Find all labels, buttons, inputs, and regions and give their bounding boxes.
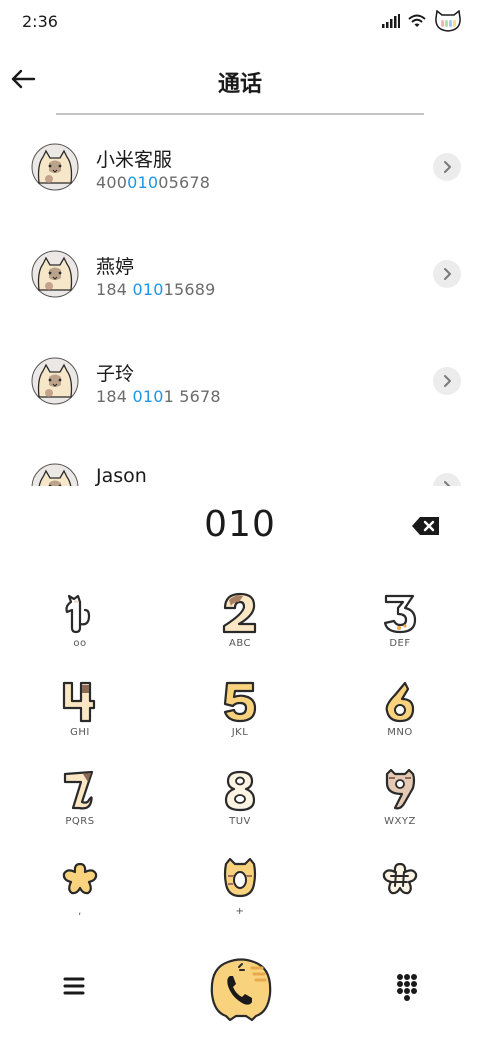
status-icons <box>382 10 462 32</box>
key-8-sub: TUV <box>229 816 251 827</box>
key-6[interactable]: MNO <box>340 669 460 753</box>
header-divider <box>56 113 424 115</box>
key-hash[interactable] <box>340 848 460 932</box>
key-1[interactable]: oo <box>20 580 140 664</box>
contact-detail-button[interactable] <box>433 367 461 395</box>
chevron-right-icon <box>444 375 451 387</box>
cat-battery-icon <box>435 10 461 32</box>
cat-digit-7-icon <box>63 770 94 810</box>
contact-item[interactable]: 燕婷 184 01015689 <box>0 223 480 329</box>
header: 通话 <box>0 44 480 116</box>
call-button[interactable] <box>206 954 276 1024</box>
number-match: 010 <box>132 280 164 299</box>
cat-digit-9-icon <box>385 768 416 810</box>
key-7-sub: PQRS <box>65 816 95 827</box>
cat-avatar-icon <box>31 357 79 405</box>
cat-digit-1-icon <box>65 594 91 634</box>
key-3[interactable]: DEF <box>340 580 460 664</box>
key-9[interactable]: WXYZ <box>340 758 460 842</box>
cat-avatar-icon <box>31 250 79 298</box>
key-9-sub: WXYZ <box>384 816 416 827</box>
key-1-sub: oo <box>73 638 87 649</box>
contact-name: 子玲 <box>96 363 135 385</box>
wifi-icon <box>408 14 426 27</box>
contact-item[interactable]: 小米客服 40001005678 <box>0 116 480 222</box>
contact-item[interactable]: Jason <box>0 436 480 486</box>
chevron-right-icon <box>444 481 451 486</box>
contact-item[interactable]: 子玲 184 0101 5678 <box>0 330 480 436</box>
status-time: 2:36 <box>22 12 58 31</box>
chevron-right-icon <box>444 161 451 173</box>
chevron-right-icon <box>444 268 451 280</box>
key-star[interactable]: , <box>20 848 140 932</box>
contact-name: 小米客服 <box>96 149 173 171</box>
keypad: oo ABC DEF GHI JKL MNO PQRS TUV WXYZ , + <box>0 580 480 940</box>
key-star-sub: , <box>78 906 82 917</box>
cat-digit-0-icon <box>223 857 257 898</box>
signal-icon <box>382 14 400 28</box>
keypad-toggle-button[interactable] <box>392 970 422 1002</box>
contact-number: 184 0101 5678 <box>96 387 221 406</box>
cat-digit-2-icon <box>222 592 257 634</box>
cat-digit-3-icon <box>383 594 417 634</box>
cat-star-icon <box>62 862 98 895</box>
key-8[interactable]: TUV <box>180 758 300 842</box>
menu-button[interactable] <box>58 970 90 1002</box>
contact-detail-button[interactable] <box>433 260 461 288</box>
key-7[interactable]: PQRS <box>20 758 140 842</box>
key-5[interactable]: JKL <box>180 669 300 753</box>
key-3-sub: DEF <box>389 638 411 649</box>
contact-list[interactable]: 小米客服 40001005678 燕婷 184 01015689 子玲 184 … <box>0 116 480 486</box>
contact-number: 184 01015689 <box>96 280 216 299</box>
keypad-icon <box>397 974 417 1001</box>
key-4[interactable]: GHI <box>20 669 140 753</box>
cat-call-icon <box>210 958 272 1022</box>
cat-avatar-icon <box>31 463 79 486</box>
cat-digit-6-icon <box>385 681 415 723</box>
menu-icon <box>63 977 85 995</box>
contact-detail-button[interactable] <box>433 473 461 486</box>
key-0-sub: + <box>235 906 245 917</box>
cat-hash-icon <box>382 862 418 895</box>
key-0[interactable]: + <box>180 848 300 932</box>
cat-avatar-icon <box>31 143 79 191</box>
contact-name: Jason <box>96 465 147 486</box>
contact-number: 40001005678 <box>96 173 211 192</box>
backspace-icon <box>412 517 439 535</box>
backspace-button[interactable] <box>410 514 442 538</box>
status-bar: 2:36 <box>0 0 480 44</box>
dial-display: 010 <box>0 500 480 556</box>
cat-digit-4-icon <box>62 681 96 723</box>
bottom-bar <box>0 950 480 1040</box>
key-2[interactable]: ABC <box>180 580 300 664</box>
key-6-sub: MNO <box>387 727 413 738</box>
contact-detail-button[interactable] <box>433 153 461 181</box>
key-2-sub: ABC <box>228 638 251 649</box>
cat-digit-8-icon <box>224 770 256 812</box>
number-match: 010 <box>132 387 164 406</box>
page-title: 通话 <box>217 72 262 97</box>
cat-digit-5-icon <box>223 681 257 723</box>
contact-name: 燕婷 <box>96 256 135 278</box>
dial-input[interactable]: 010 <box>0 504 480 545</box>
key-4-sub: GHI <box>70 727 90 738</box>
number-match: 010 <box>127 173 159 192</box>
key-5-sub: JKL <box>231 727 249 738</box>
